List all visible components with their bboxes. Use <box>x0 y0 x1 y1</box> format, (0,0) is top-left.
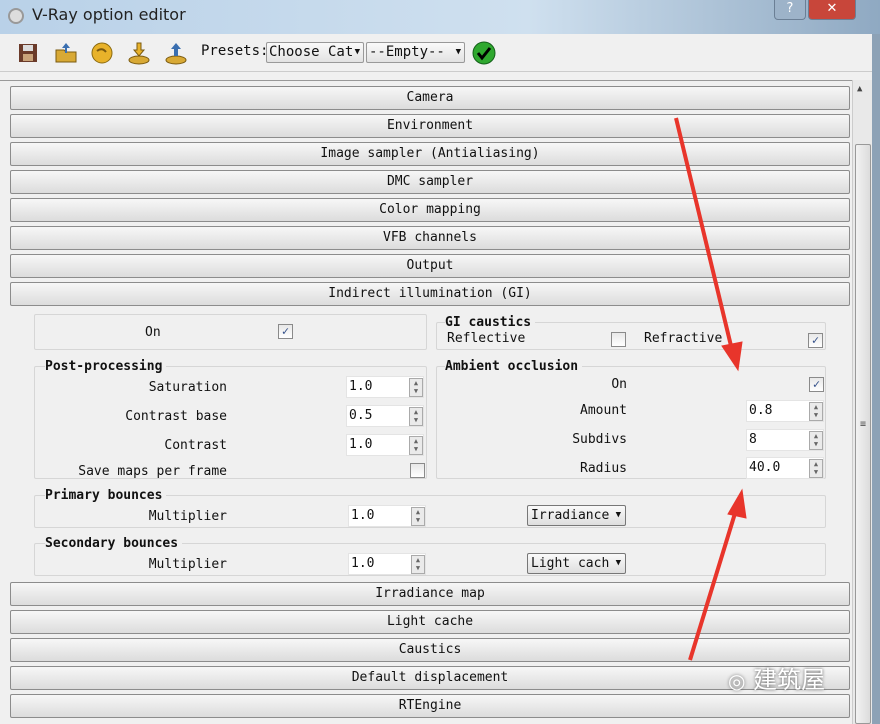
annotation-arrows <box>674 117 747 661</box>
wechat-icon: ◎ <box>728 669 746 693</box>
arrow-up-line <box>688 509 738 661</box>
arrow-down-line <box>674 117 734 351</box>
arrow-down-head <box>721 341 743 372</box>
arrow-up-head <box>727 488 747 519</box>
watermark-text: 建筑屋 <box>753 666 826 694</box>
watermark: ◎ 建筑屋 <box>728 660 825 695</box>
